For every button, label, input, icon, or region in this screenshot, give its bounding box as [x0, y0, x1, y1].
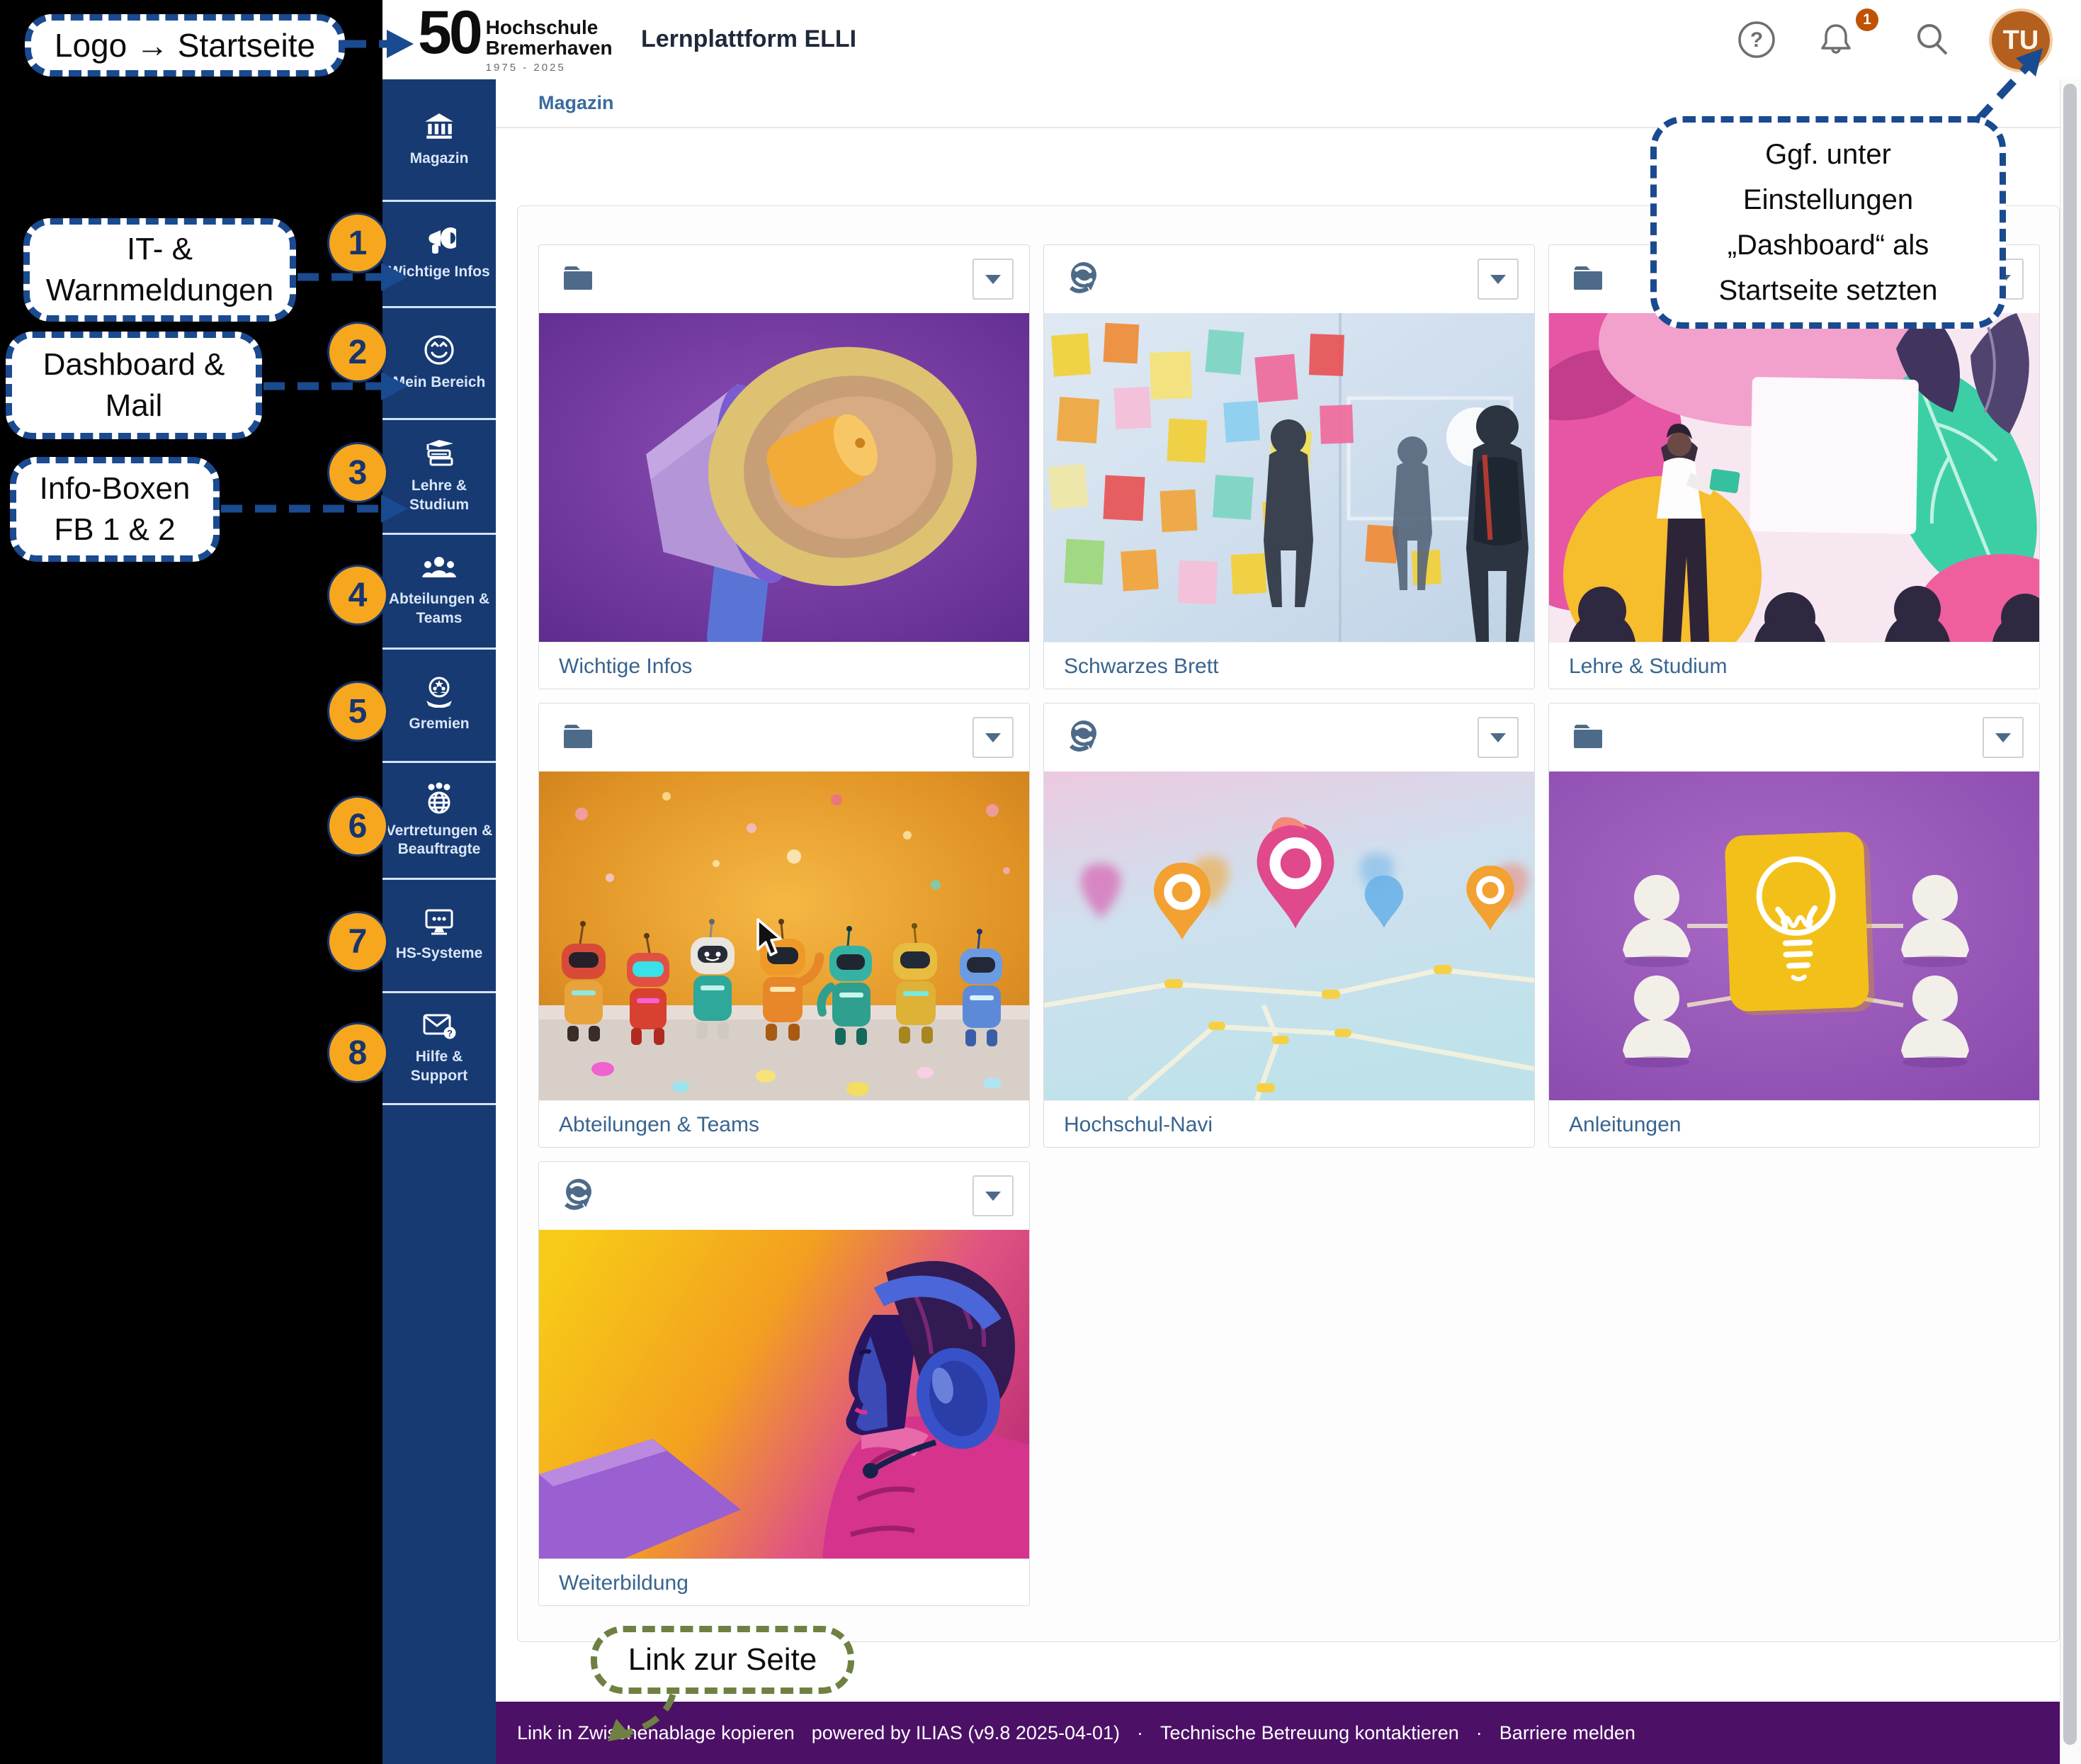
svg-text:?: ? [447, 1028, 453, 1039]
committee-icon [422, 677, 456, 708]
smiley-icon [423, 334, 455, 366]
books-icon [421, 439, 457, 470]
card-title[interactable]: Schwarzes Brett [1044, 642, 1534, 689]
chevron-down-icon [1995, 733, 2011, 742]
footer-separator: · [1137, 1722, 1143, 1744]
card-title[interactable]: Abteilungen & Teams [539, 1100, 1029, 1148]
scrollbar-track [2060, 79, 2081, 1764]
annotation-number-3: 3 [327, 442, 388, 503]
sidebar-item-hilfe-support[interactable]: ? Hilfe & Support [382, 993, 496, 1103]
annotation-number-5: 5 [327, 681, 388, 742]
footer-support-link[interactable]: Technische Betreuung kontaktieren [1160, 1722, 1459, 1744]
megaphone-icon [422, 226, 456, 256]
monitor-icon [422, 908, 456, 937]
weblink-icon [557, 1175, 599, 1219]
card-image-robots [539, 771, 1030, 1100]
folder-icon [557, 258, 599, 303]
page-title: Lernplattform ELLI [641, 26, 856, 53]
hochschule-bremerhaven-logo[interactable]: 50 Hochschule Bremerhaven 1975 - 2025 [418, 4, 613, 74]
callout-logo-startseite: Logo → Startseite [25, 14, 345, 77]
top-header: 50 Hochschule Bremerhaven 1975 - 2025 Le… [382, 0, 2081, 79]
annotation-number-4: 4 [327, 565, 388, 626]
card-wichtige-infos[interactable]: Wichtige Infos [538, 244, 1030, 689]
sidebar-item-magazin[interactable]: Magazin [382, 79, 496, 200]
sidebar-item-vertretungen-beauftragte[interactable]: Vertretungen & Beauftragte [382, 763, 496, 878]
folder-icon [1567, 258, 1609, 303]
card-abteilungen-teams[interactable]: Abteilungen & Teams [538, 703, 1030, 1148]
card-actions-dropdown[interactable] [1478, 259, 1519, 300]
screenshot-stage: 50 Hochschule Bremerhaven 1975 - 2025 Le… [0, 0, 2081, 1764]
folder-icon [557, 716, 599, 761]
chevron-down-icon [1490, 275, 1506, 284]
logo-line1: Hochschule [486, 17, 613, 38]
callout-dashboard-mail: Dashboard & Mail [6, 332, 262, 439]
avatar-initials: TU [2003, 26, 2039, 56]
logo-years: 1975 - 2025 [486, 62, 613, 74]
footer-copy-link[interactable]: Link in Zwischenablage kopieren [517, 1722, 795, 1744]
callout-link-zur-seite: Link zur Seite [591, 1626, 854, 1694]
annotation-number-7: 7 [327, 911, 388, 972]
card-title[interactable]: Hochschul-Navi [1044, 1100, 1534, 1148]
card-anleitungen[interactable]: Anleitungen [1548, 703, 2040, 1148]
chevron-down-icon [985, 1192, 1001, 1201]
help-icon[interactable]: ? [1737, 20, 1776, 60]
card-hochschul-navi[interactable]: Hochschul-Navi [1043, 703, 1535, 1148]
footer-report-barrier-link[interactable]: Barriere melden [1499, 1722, 1635, 1744]
chevron-down-icon [985, 275, 1001, 284]
sidebar-item-mein-bereich[interactable]: Mein Bereich [382, 308, 496, 418]
svg-text:?: ? [1750, 28, 1763, 52]
sidebar-item-hs-systeme[interactable]: HS-Systeme [382, 880, 496, 991]
card-image-presentation [1549, 313, 2040, 642]
callout-it-warnmeldungen: IT- & Warnmeldungen [23, 218, 296, 322]
footer-powered-by: powered by ILIAS (v9.8 2025-04-01) [812, 1722, 1120, 1744]
annotation-number-2: 2 [327, 322, 388, 383]
bank-icon [423, 111, 455, 142]
chevron-down-icon [985, 733, 1001, 742]
annotation-number-8: 8 [327, 1022, 388, 1083]
callout-dashboard-startseite: Ggf. unter Einstellungen „Dashboard“ als… [1650, 116, 2006, 329]
card-image-megaphone [539, 313, 1030, 642]
mail-question-icon: ? [421, 1011, 457, 1041]
main-sidebar: Magazin Wichtige Infos Mein Bereich Lehr… [382, 79, 496, 1764]
annotation-number-1: 1 [327, 213, 388, 273]
sidebar-item-wichtige-infos[interactable]: Wichtige Infos [382, 202, 496, 306]
card-image-headphones-person [539, 1230, 1030, 1559]
card-image-lightbulb-network [1549, 771, 2040, 1100]
sidebar-item-gremien[interactable]: Gremien [382, 650, 496, 761]
card-title[interactable]: Anleitungen [1549, 1100, 2039, 1148]
sidebar-item-lehre-studium[interactable]: Lehre & Studium [382, 420, 496, 533]
people-icon [421, 555, 457, 583]
sidebar-separator [382, 1103, 496, 1105]
card-actions-dropdown[interactable] [973, 259, 1014, 300]
chevron-down-icon [1490, 733, 1506, 742]
breadcrumb[interactable]: Magazin [538, 92, 614, 114]
weblink-icon [1062, 716, 1104, 761]
card-image-map-pins [1044, 771, 1535, 1100]
globe-people-icon [422, 782, 456, 815]
scrollbar-thumb[interactable] [2063, 84, 2077, 1745]
card-actions-dropdown[interactable] [1478, 717, 1519, 758]
card-actions-dropdown[interactable] [1983, 717, 2024, 758]
logo-50: 50 [418, 4, 480, 62]
card-image-sticky-notes [1044, 313, 1535, 642]
card-actions-dropdown[interactable] [973, 1175, 1014, 1216]
callout-infoboxen-fb: Info-Boxen FB 1 & 2 [10, 457, 220, 562]
card-actions-dropdown[interactable] [973, 717, 1014, 758]
footer-bar: Link in Zwischenablage kopieren powered … [496, 1702, 2060, 1764]
logo-line2: Bremerhaven [486, 38, 613, 58]
annotation-number-6: 6 [327, 796, 388, 856]
card-title[interactable]: Wichtige Infos [539, 642, 1029, 689]
notification-badge: 1 [1856, 9, 1878, 31]
card-schwarzes-brett[interactable]: Schwarzes Brett [1043, 244, 1535, 689]
weblink-icon [1062, 258, 1104, 303]
card-title[interactable]: Weiterbildung [539, 1559, 1029, 1606]
card-weiterbildung[interactable]: Weiterbildung [538, 1161, 1030, 1606]
search-icon[interactable] [1912, 20, 1952, 60]
sidebar-item-abteilungen-teams[interactable]: Abteilungen & Teams [382, 535, 496, 648]
notifications-bell-icon[interactable] [1816, 20, 1856, 60]
card-title[interactable]: Lehre & Studium [1549, 642, 2039, 689]
avatar[interactable]: TU [1989, 9, 2053, 72]
folder-icon [1567, 716, 1609, 761]
footer-separator: · [1476, 1722, 1482, 1744]
